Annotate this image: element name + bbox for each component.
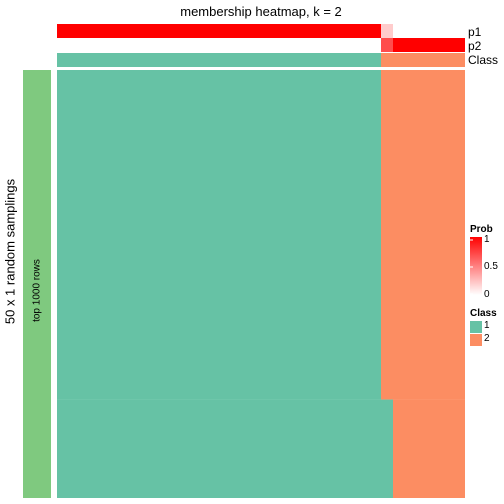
legend-prob-tick-1: 1 [484,234,490,245]
annotation-label-p2: p2 [468,39,482,53]
legend-class-label-2: 2 [484,333,490,344]
heatmap-body [57,70,465,498]
annotation-tracks [57,24,465,67]
heatmap-block-class-1 [57,70,381,400]
annotation-class-cell [381,53,393,67]
annotation-p2-cell [393,38,465,52]
annotation-p2-cell [57,38,381,52]
heatmap-block-class-2 [393,399,465,498]
annotation-p1-cell [57,24,381,38]
annotation-p1-cell [381,24,393,38]
annotation-class-cell [393,53,465,67]
legend-prob-tick-0: 0 [484,289,490,300]
heatmap-svg [23,24,482,498]
legend [470,237,482,346]
heatmap-block-class-2 [381,70,465,400]
legend-prob-colorbar [470,237,482,295]
legend-class-swatch-1 [470,321,482,333]
annotation-label-class: Class [468,53,499,67]
legend-class-title: Class [470,308,497,319]
annotation-class-cell [57,53,381,67]
legend-class-swatch-2 [470,334,482,346]
heatmap-block-class-1 [57,399,393,498]
annotation-p2-cell [381,38,393,52]
annotation-label-p1: p1 [468,25,482,39]
legend-class-label-1: 1 [484,320,490,331]
row-group-label: top 1000 rows [31,259,43,322]
legend-prob-tick-0-5: 0.5 [484,261,498,272]
annotation-p1-cell [393,24,465,38]
